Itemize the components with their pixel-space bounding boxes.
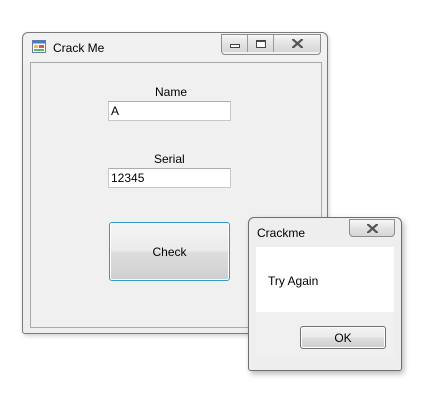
close-icon (366, 223, 378, 233)
check-button[interactable]: Check (109, 222, 230, 281)
minimize-icon (229, 43, 240, 48)
minimize-button[interactable] (222, 35, 248, 52)
dialog-message-area: Try Again (256, 247, 394, 312)
serial-label: Serial (154, 152, 185, 166)
dialog-title: Crackme (257, 226, 306, 240)
maximize-icon (255, 39, 266, 48)
close-icon (291, 39, 303, 48)
message-dialog: Crackme Try Again OK (248, 217, 402, 371)
caption-buttons (221, 34, 321, 55)
window-title: Crack Me (53, 41, 105, 55)
serial-input[interactable] (108, 168, 231, 188)
dialog-button-bar: OK (256, 312, 394, 358)
main-window-titlebar[interactable]: Crack Me (23, 33, 327, 61)
dialog-message: Try Again (268, 274, 319, 288)
dialog-close-button[interactable] (349, 219, 395, 237)
application-form-icon (32, 40, 46, 53)
close-button[interactable] (274, 35, 320, 52)
ok-button[interactable]: OK (300, 326, 386, 349)
name-label: Name (155, 85, 188, 99)
maximize-button[interactable] (248, 35, 274, 52)
name-input[interactable] (108, 101, 231, 121)
